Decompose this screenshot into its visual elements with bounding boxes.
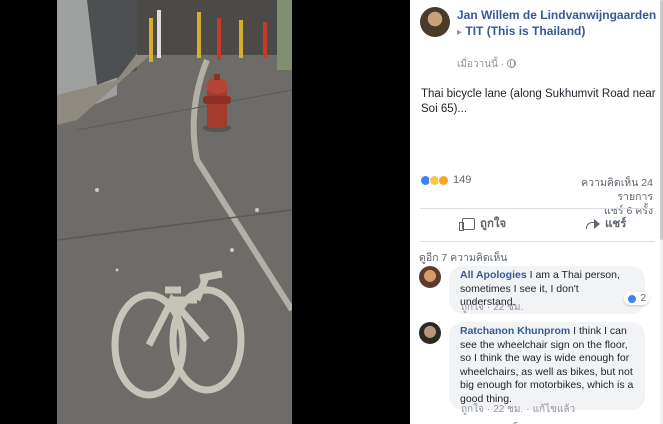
comment-time[interactable]: 22 ชม. xyxy=(493,404,523,415)
post-header-text: Jan Willem de Lindvanwijngaarden ▸ TIT (… xyxy=(457,7,657,41)
comment-edited-label[interactable]: แก้ไขแล้ว xyxy=(533,404,576,415)
commenter-name[interactable]: Ratchanon Khunprom xyxy=(460,325,570,337)
group-name[interactable]: TIT (This is Thailand) xyxy=(465,24,585,38)
globe-icon xyxy=(507,59,517,68)
like-reaction-icon xyxy=(627,293,638,304)
fire-hydrant xyxy=(203,74,231,132)
comment-bubble: Ratchanon Khunprom I think I can see the… xyxy=(449,322,645,410)
wow-reaction-icon xyxy=(438,174,449,186)
divider xyxy=(420,241,655,242)
truncated-text: ร xyxy=(513,418,518,424)
like-icon xyxy=(459,218,475,231)
commenter-avatar[interactable] xyxy=(419,322,441,344)
post-text: Thai bicycle lane (along Sukhumvit Road … xyxy=(421,88,656,115)
share-button[interactable]: แชร์ xyxy=(586,215,626,233)
post-photo[interactable] xyxy=(57,0,292,424)
comment-meta: ถูกใจ · 22 ชม. xyxy=(461,302,524,313)
like-button-label: ถูกใจ xyxy=(480,218,507,230)
engagement-counts: ความคิดเห็น 24 รายการ แชร์ 6 ครั้ง xyxy=(543,176,653,218)
like-button[interactable]: ถูกใจ xyxy=(459,215,507,233)
comment-like-link[interactable]: ถูกใจ xyxy=(461,302,484,313)
comment-like-link[interactable]: ถูกใจ xyxy=(461,404,484,415)
share-button-label: แชร์ xyxy=(605,218,627,230)
comment-time[interactable]: 22 ชม. xyxy=(493,302,523,313)
view-more-comments-link[interactable]: ดูอีก 7 ความคิดเห็น xyxy=(419,249,507,266)
commenter-name[interactable]: All Apologies xyxy=(460,269,527,281)
share-icon xyxy=(586,218,600,230)
bollard xyxy=(149,18,153,62)
divider xyxy=(420,208,655,209)
arrow-right-icon: ▸ xyxy=(457,27,463,38)
photo-illustration xyxy=(57,0,292,424)
reactions-summary[interactable]: 149 xyxy=(420,174,471,186)
comment-reactions[interactable]: 2 xyxy=(624,292,649,305)
author-avatar[interactable] xyxy=(420,7,450,37)
comments-count[interactable]: ความคิดเห็น 24 รายการ xyxy=(543,176,653,204)
comment-meta: ถูกใจ · 22 ชม. · แก้ไขแล้ว xyxy=(461,404,576,415)
author-name[interactable]: Jan Willem de Lindvanwijngaarden xyxy=(457,8,656,22)
photo-viewer xyxy=(0,0,410,424)
commenter-avatar[interactable] xyxy=(419,266,441,288)
timestamp-text[interactable]: เมื่อวานนี้ · xyxy=(457,59,504,70)
post-timestamp[interactable]: เมื่อวานนี้ · xyxy=(457,57,517,72)
post-actions: ถูกใจ แชร์ xyxy=(420,215,655,235)
reactions-count[interactable]: 149 xyxy=(453,174,471,186)
comment-reaction-count: 2 xyxy=(640,293,646,304)
post-side-panel: Jan Willem de Lindvanwijngaarden ▸ TIT (… xyxy=(410,0,663,424)
